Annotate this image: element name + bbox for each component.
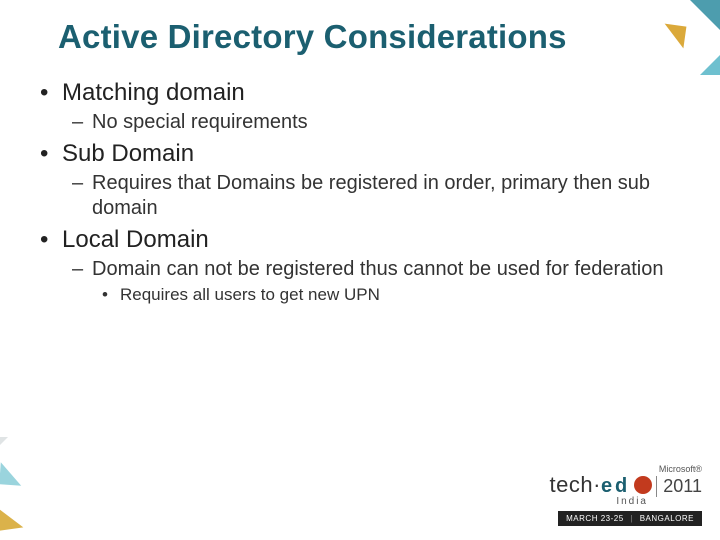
footer-bar: MARCH 23-25 | BANGALORE	[558, 511, 702, 526]
slide-body: Active Directory Considerations Matching…	[0, 0, 720, 306]
logo-tech-text: tech·	[550, 472, 601, 497]
decor-triangle	[690, 0, 720, 30]
slide-title: Active Directory Considerations	[58, 18, 680, 56]
logo-ed-text: ed	[601, 475, 630, 497]
bullet-level1: Local Domain	[40, 225, 680, 255]
footer-city: BANGALORE	[640, 514, 694, 523]
decor-triangle	[0, 492, 23, 533]
decor-triangle	[0, 437, 8, 455]
footer-logo-block: Microsoft® tech·ed 2011 India MARCH 23-2…	[550, 464, 702, 526]
decor-triangle	[662, 24, 687, 49]
bullet-level2: Requires that Domains be registered in o…	[40, 171, 680, 221]
footer-sep: |	[630, 514, 633, 523]
bullet-level2: No special requirements	[40, 110, 680, 135]
decor-triangle	[700, 55, 720, 75]
logo-year: 2011	[656, 476, 702, 497]
decor-triangle	[0, 462, 23, 485]
bullet-level2: Domain can not be registered thus cannot…	[40, 257, 680, 282]
footer-dates: MARCH 23-25	[566, 514, 624, 523]
logo-tech: tech·ed	[550, 472, 631, 498]
logo-dot-icon	[634, 476, 652, 494]
bullet-level1: Sub Domain	[40, 139, 680, 169]
bullet-list: Matching domain No special requirements …	[40, 78, 680, 306]
bullet-level1: Matching domain	[40, 78, 680, 108]
bullet-level3: Requires all users to get new UPN	[40, 284, 680, 306]
teched-logo: tech·ed 2011	[550, 472, 702, 498]
